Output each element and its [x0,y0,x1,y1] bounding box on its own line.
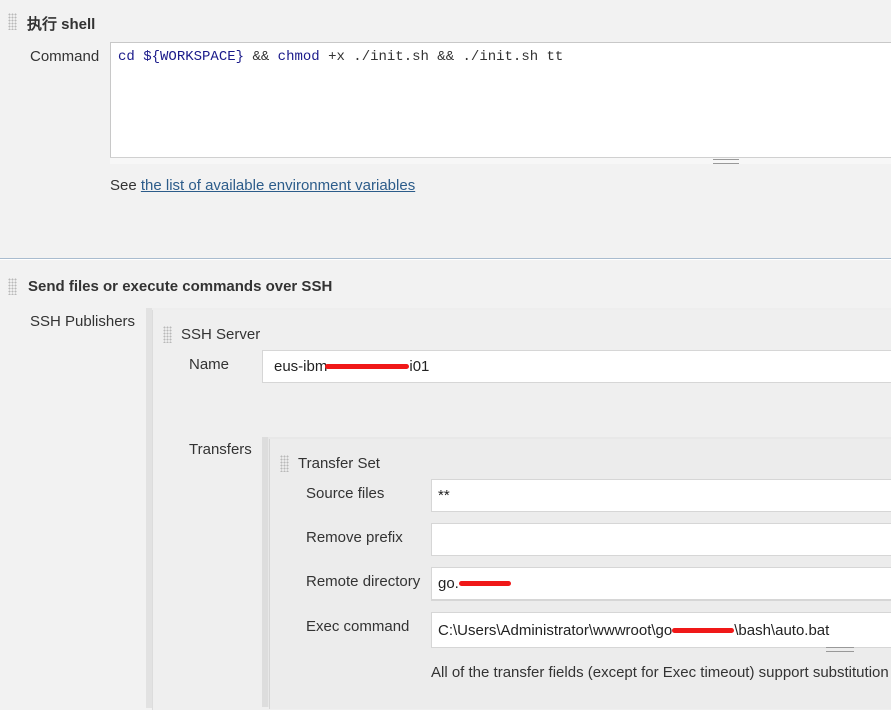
command-chmod: chmod [277,49,320,65]
remove-prefix-input[interactable] [431,523,891,556]
redaction-mark [325,364,410,369]
textarea-resize-bar[interactable] [431,600,891,607]
command-and: && [252,49,270,65]
command-rest: +x ./init.sh && ./init.sh tt [328,49,564,65]
ssh-publishers-label: SSH Publishers [30,313,136,330]
textarea-resize-bar[interactable] [110,157,891,164]
source-files-value: ** [438,487,450,504]
transfer-set-title: Transfer Set [298,455,380,472]
command-label: Command [30,48,100,65]
transfers-label: Transfers [189,441,252,458]
remote-directory-input[interactable]: go. [431,567,891,600]
ssh-server-title: SSH Server [181,326,261,343]
command-textarea[interactable]: cd ${WORKSPACE} && chmod +x ./init.sh &&… [110,42,891,162]
exec-command-label: Exec command [306,618,410,635]
remote-directory-label: Remote directory [306,573,421,590]
source-files-input[interactable]: ** [431,479,891,512]
ssh-section-title: Send files or execute commands over SSH [28,278,333,295]
see-text: See [110,177,137,194]
name-value-prefix: eus-ibm [274,358,328,375]
name-value-suffix: i01 [409,358,430,375]
source-files-label: Source files [306,485,385,502]
command-workspace-var: ${WORKSPACE} [143,49,245,65]
shell-section-title: 执行 shell [27,16,96,33]
command-cd: cd [118,49,135,65]
env-help-text: See the list of available environment va… [110,177,415,194]
redaction-mark [672,627,735,633]
env-variables-link[interactable]: the list of available environment variab… [141,177,415,194]
drag-handle-icon[interactable] [8,13,17,30]
drag-handle-icon[interactable] [280,455,289,472]
redaction-mark [458,581,511,586]
exec-command-suffix: \bash\auto.bat [734,621,830,639]
drag-handle-icon[interactable] [163,326,172,343]
resize-grip-icon[interactable] [826,647,854,652]
resize-grip-icon[interactable] [713,159,739,164]
remote-directory-value: go. [438,575,459,592]
transfer-fields-note: All of the transfer fields (except for E… [431,664,889,681]
name-select[interactable]: eus-ibm i01 [262,350,891,383]
exec-command-input[interactable]: C:\Users\Administrator\wwwroot\go \bash\a… [431,612,891,648]
remove-prefix-label: Remove prefix [306,529,403,546]
section-divider-light [0,259,891,260]
drag-handle-icon[interactable] [8,278,17,295]
name-label: Name [189,356,230,373]
exec-command-prefix: C:\Users\Administrator\wwwroot\go [438,621,673,639]
